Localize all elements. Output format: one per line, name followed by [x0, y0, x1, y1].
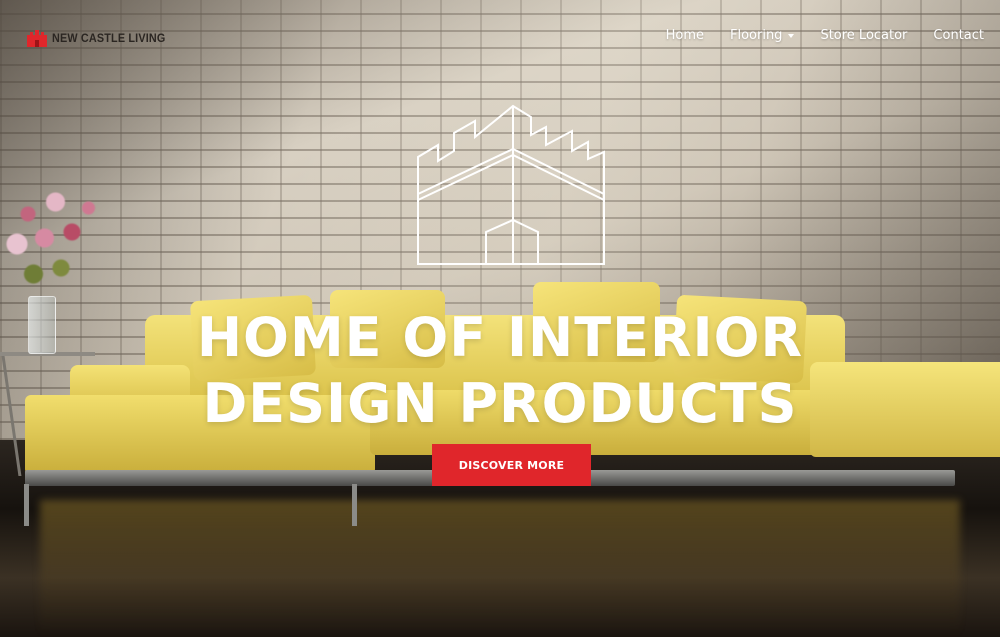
flower-bouquet — [0, 178, 105, 298]
site-header: NEW CASTLE LIVING Home Flooring Store Lo… — [0, 0, 1000, 75]
logo-text: NEW CASTLE LIVING — [52, 31, 166, 45]
hero-headline-line1: HOME OF INTERIOR — [196, 306, 804, 369]
castle-icon — [27, 30, 47, 47]
site-logo[interactable]: NEW CASTLE LIVING — [26, 29, 178, 47]
nav-item-label: Store Locator — [820, 28, 908, 43]
nav-item-label: Home — [665, 28, 704, 43]
castle-outline-icon — [417, 104, 605, 265]
nav-item-flooring[interactable]: Flooring — [729, 28, 795, 43]
sofa-leg — [352, 484, 357, 526]
hero-headline: HOME OF INTERIOR DESIGN PRODUCTS — [0, 305, 1000, 437]
main-nav: Home Flooring Store Locator Contact — [640, 28, 984, 43]
hero-section: NEW CASTLE LIVING Home Flooring Store Lo… — [0, 0, 1000, 637]
floor-reflection — [40, 500, 960, 637]
nav-item-label: Flooring — [729, 28, 783, 43]
sofa-leg — [24, 484, 29, 526]
caret-down-icon — [788, 34, 795, 38]
discover-more-button[interactable]: DISCOVER MORE — [432, 444, 591, 486]
hero-headline-line2: DESIGN PRODUCTS — [202, 372, 798, 435]
nav-item-contact[interactable]: Contact — [933, 28, 984, 43]
nav-item-label: Contact — [933, 28, 984, 43]
nav-item-home[interactable]: Home — [666, 28, 704, 43]
nav-item-store-locator[interactable]: Store Locator — [820, 28, 907, 43]
